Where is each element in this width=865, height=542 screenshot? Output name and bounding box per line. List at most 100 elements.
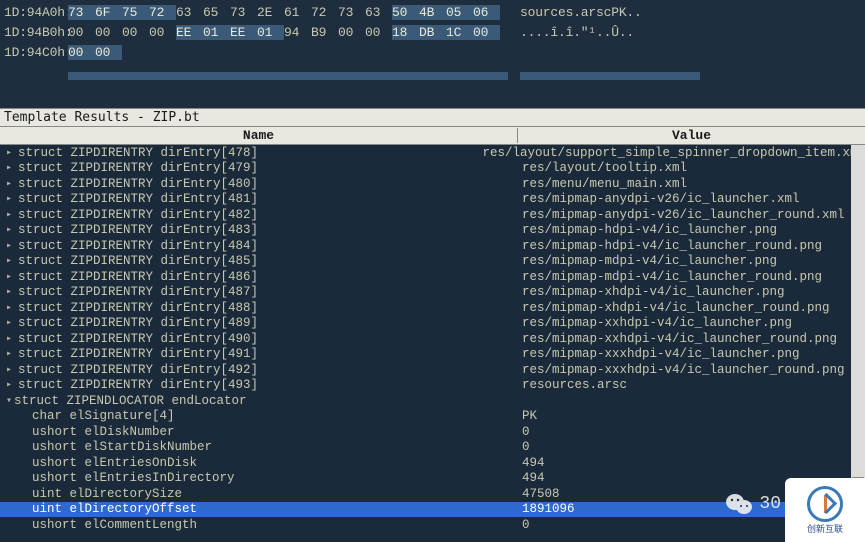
tree-name-cell[interactable]: char elSignature[4] <box>0 409 518 423</box>
hex-byte[interactable]: 6F <box>95 5 122 20</box>
hex-byte[interactable]: 72 <box>149 5 176 20</box>
tree-row[interactable]: ▸struct ZIPDIRENTRY dirEntry[491]res/mip… <box>0 347 865 363</box>
expand-icon[interactable]: ▸ <box>4 255 14 267</box>
tree-row[interactable]: ▸struct ZIPDIRENTRY dirEntry[487]res/mip… <box>0 285 865 301</box>
tree-row[interactable]: ushort elEntriesOnDisk494 <box>0 455 865 471</box>
hex-bytes[interactable]: 00000000EE01EE0194B9000018DB1C00 <box>68 25 508 40</box>
expand-icon[interactable]: ▸ <box>4 302 14 314</box>
hex-byte[interactable]: EE <box>176 25 203 40</box>
hex-byte[interactable]: 00 <box>95 25 122 40</box>
tree-row[interactable]: ▸struct ZIPDIRENTRY dirEntry[488]res/mip… <box>0 300 865 316</box>
tree-row[interactable]: ▾struct ZIPENDLOCATOR endLocator <box>0 393 865 409</box>
collapse-icon[interactable]: ▾ <box>4 395 14 407</box>
tree-row[interactable]: ▸struct ZIPDIRENTRY dirEntry[479]res/lay… <box>0 161 865 177</box>
tree-row[interactable]: ▸struct ZIPDIRENTRY dirEntry[492]res/mip… <box>0 362 865 378</box>
expand-icon[interactable]: ▸ <box>4 193 14 205</box>
tree-name-cell[interactable]: ▸struct ZIPDIRENTRY dirEntry[491] <box>0 347 518 361</box>
tree-name-cell[interactable]: ▸struct ZIPDIRENTRY dirEntry[492] <box>0 363 518 377</box>
tree-row[interactable]: ushort elCommentLength0 <box>0 517 865 533</box>
tree-name-cell[interactable]: ushort elEntriesInDirectory <box>0 471 518 485</box>
hex-byte[interactable]: 18 <box>392 25 419 40</box>
expand-icon[interactable]: ▸ <box>4 209 14 221</box>
hex-byte[interactable]: B9 <box>311 25 338 40</box>
hex-viewer[interactable]: 1D:94A0h:736F75726365732E61727363504B050… <box>0 0 865 108</box>
tree-row[interactable]: ushort elStartDiskNumber0 <box>0 440 865 456</box>
tree-row[interactable]: ▸struct ZIPDIRENTRY dirEntry[486]res/mip… <box>0 269 865 285</box>
tree-row[interactable]: ▸struct ZIPDIRENTRY dirEntry[489]res/mip… <box>0 316 865 332</box>
tree-row[interactable]: char elSignature[4]PK <box>0 409 865 425</box>
hex-byte[interactable]: 73 <box>68 5 95 20</box>
template-tree[interactable]: ▸struct ZIPDIRENTRY dirEntry[478]res/lay… <box>0 145 865 533</box>
expand-icon[interactable]: ▸ <box>4 271 14 283</box>
tree-name-cell[interactable]: ▾struct ZIPENDLOCATOR endLocator <box>0 394 518 408</box>
tree-name-cell[interactable]: ▸struct ZIPDIRENTRY dirEntry[485] <box>0 254 518 268</box>
expand-icon[interactable]: ▸ <box>4 379 14 391</box>
tree-name-cell[interactable]: uint elDirectorySize <box>0 487 518 501</box>
tree-row[interactable]: ▸struct ZIPDIRENTRY dirEntry[482]res/mip… <box>0 207 865 223</box>
hex-byte[interactable]: 63 <box>365 5 392 20</box>
tree-row[interactable]: ▸struct ZIPDIRENTRY dirEntry[484]res/mip… <box>0 238 865 254</box>
hex-byte[interactable]: 01 <box>203 25 230 40</box>
tree-row[interactable]: ▸struct ZIPDIRENTRY dirEntry[478]res/lay… <box>0 145 865 161</box>
tree-name-cell[interactable]: ▸struct ZIPDIRENTRY dirEntry[479] <box>0 161 518 175</box>
hex-byte[interactable]: 4B <box>419 5 446 20</box>
expand-icon[interactable]: ▸ <box>4 286 14 298</box>
tree-name-cell[interactable]: ▸struct ZIPDIRENTRY dirEntry[493] <box>0 378 518 392</box>
hex-row[interactable]: 1D:94C0h:0000 <box>0 42 865 62</box>
hex-row[interactable]: 1D:94A0h:736F75726365732E61727363504B050… <box>0 2 865 22</box>
tree-row[interactable]: ▸struct ZIPDIRENTRY dirEntry[493]resourc… <box>0 378 865 394</box>
expand-icon[interactable]: ▸ <box>4 364 14 376</box>
hex-byte[interactable]: 00 <box>68 45 95 60</box>
tree-name-cell[interactable]: uint elDirectoryOffset <box>0 502 518 516</box>
expand-icon[interactable]: ▸ <box>4 224 14 236</box>
hex-byte[interactable]: 1C <box>446 25 473 40</box>
hex-byte[interactable]: 06 <box>473 5 500 20</box>
hex-byte[interactable]: 00 <box>149 25 176 40</box>
hex-byte[interactable]: 00 <box>68 25 95 40</box>
expand-icon[interactable]: ▸ <box>4 348 14 360</box>
tree-row[interactable]: ▸struct ZIPDIRENTRY dirEntry[490]res/mip… <box>0 331 865 347</box>
column-name-header[interactable]: Name <box>0 128 518 143</box>
column-headers[interactable]: Name Value <box>0 127 865 145</box>
expand-icon[interactable]: ▸ <box>4 178 14 190</box>
tree-name-cell[interactable]: ▸struct ZIPDIRENTRY dirEntry[483] <box>0 223 518 237</box>
hex-byte[interactable]: 50 <box>392 5 419 20</box>
tree-name-cell[interactable]: ▸struct ZIPDIRENTRY dirEntry[478] <box>0 146 478 160</box>
tree-row[interactable]: ▸struct ZIPDIRENTRY dirEntry[485]res/mip… <box>0 254 865 270</box>
tree-row[interactable]: ushort elDiskNumber0 <box>0 424 865 440</box>
hex-bytes[interactable]: 736F75726365732E61727363504B0506 <box>68 5 508 20</box>
hex-byte[interactable]: 94 <box>284 25 311 40</box>
hex-byte[interactable]: 2E <box>257 5 284 20</box>
hex-byte[interactable]: DB <box>419 25 446 40</box>
hex-row[interactable]: 1D:94B0h:00000000EE01EE0194B9000018DB1C0… <box>0 22 865 42</box>
hex-byte[interactable]: 63 <box>176 5 203 20</box>
tree-name-cell[interactable]: ▸struct ZIPDIRENTRY dirEntry[484] <box>0 239 518 253</box>
expand-icon[interactable]: ▸ <box>4 317 14 329</box>
expand-icon[interactable]: ▸ <box>4 162 14 174</box>
hex-bytes[interactable]: 0000 <box>68 45 508 60</box>
hex-byte[interactable]: EE <box>230 25 257 40</box>
vertical-scrollbar[interactable] <box>851 145 865 533</box>
tree-row[interactable]: ▸struct ZIPDIRENTRY dirEntry[481]res/mip… <box>0 192 865 208</box>
tree-name-cell[interactable]: ushort elEntriesOnDisk <box>0 456 518 470</box>
tree-name-cell[interactable]: ▸struct ZIPDIRENTRY dirEntry[487] <box>0 285 518 299</box>
hex-byte[interactable]: 00 <box>365 25 392 40</box>
tree-name-cell[interactable]: ▸struct ZIPDIRENTRY dirEntry[482] <box>0 208 518 222</box>
tree-name-cell[interactable]: ▸struct ZIPDIRENTRY dirEntry[486] <box>0 270 518 284</box>
hex-byte[interactable]: 05 <box>446 5 473 20</box>
hex-byte[interactable]: 72 <box>311 5 338 20</box>
tree-row[interactable]: ushort elEntriesInDirectory494 <box>0 471 865 487</box>
tree-name-cell[interactable]: ushort elDiskNumber <box>0 425 518 439</box>
hex-byte[interactable]: 75 <box>122 5 149 20</box>
hex-byte[interactable]: 73 <box>230 5 257 20</box>
tree-name-cell[interactable]: ▸struct ZIPDIRENTRY dirEntry[481] <box>0 192 518 206</box>
tree-row[interactable]: ▸struct ZIPDIRENTRY dirEntry[480]res/men… <box>0 176 865 192</box>
tree-row[interactable]: ▸struct ZIPDIRENTRY dirEntry[483]res/mip… <box>0 223 865 239</box>
expand-icon[interactable]: ▸ <box>4 147 14 159</box>
hex-byte[interactable]: 01 <box>257 25 284 40</box>
expand-icon[interactable]: ▸ <box>4 333 14 345</box>
hex-byte[interactable]: 00 <box>338 25 365 40</box>
tree-name-cell[interactable]: ▸struct ZIPDIRENTRY dirEntry[480] <box>0 177 518 191</box>
tree-name-cell[interactable]: ▸struct ZIPDIRENTRY dirEntry[488] <box>0 301 518 315</box>
hex-byte[interactable]: 73 <box>338 5 365 20</box>
